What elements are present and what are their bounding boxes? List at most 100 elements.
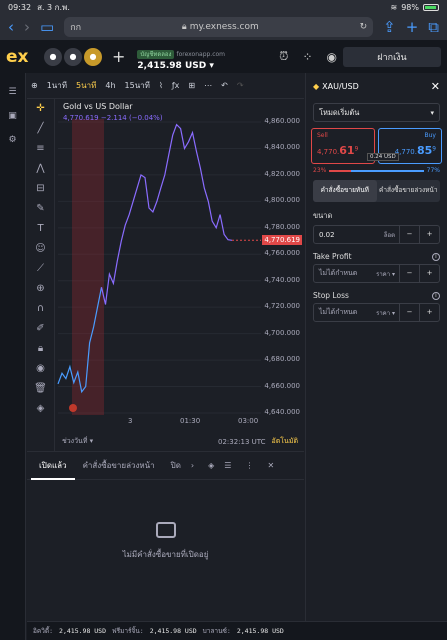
info-icon[interactable]: i	[432, 291, 440, 300]
undo-icon[interactable]: ↶	[221, 81, 228, 90]
x-tick-label: 03:00	[238, 417, 259, 425]
settings-icon[interactable]: ⚙︎	[0, 135, 25, 145]
layers-icon[interactable]: ◈	[27, 399, 54, 419]
volume-decrease[interactable]: −	[399, 225, 419, 244]
menu-icon[interactable]: ☰	[0, 87, 25, 97]
book-icon[interactable]: ▭	[40, 19, 54, 35]
alarm-icon[interactable]: ⏰︎	[279, 49, 288, 64]
order-type-toggle: คำสั่งซื้อขายทันที คำสั่งซื้อขายล่วงหน้า	[313, 180, 440, 202]
tp-decrease[interactable]: −	[399, 264, 419, 283]
pencil-lock-icon[interactable]: ✐	[27, 319, 54, 339]
instrument-tab-icon[interactable]: ●	[64, 47, 82, 66]
profile-icon[interactable]: ◉	[327, 50, 337, 64]
status-bar: 09:32 ส. 3 ก.พ. ≋ 98%	[0, 0, 447, 14]
timeframe-1m[interactable]: 1นาที	[47, 79, 67, 92]
more-vert-icon[interactable]: ⋮	[245, 461, 253, 470]
crosshair-icon[interactable]: ✛	[27, 99, 54, 119]
chart-type-icon[interactable]: ⌇	[159, 81, 163, 90]
magnet-icon[interactable]: ∩	[27, 299, 54, 319]
lock-drawing-icon[interactable]: 🔒︎	[27, 339, 54, 359]
url-bar[interactable]: กก 🔒︎ my.exness.com ↻	[64, 17, 374, 37]
auto-scale-button[interactable]: อัตโนมัติ	[272, 436, 298, 447]
tp-unit[interactable]: ราคา ▾	[376, 269, 399, 279]
timeframe-5m[interactable]: 5นาที	[76, 79, 96, 92]
add-indicator-icon[interactable]: ⊕	[31, 81, 38, 90]
text-icon[interactable]: T	[27, 219, 54, 239]
sl-field[interactable]: ไม่ได้กำหนด ราคา ▾ − +	[313, 303, 440, 322]
y-tick-label: 4,680.000	[264, 355, 300, 364]
ruler-icon[interactable]: ⟋	[27, 259, 54, 279]
order-pending-tab[interactable]: คำสั่งซื้อขายล่วงหน้า	[377, 180, 441, 202]
chevron-down-icon: ▾	[209, 60, 214, 71]
y-tick-label: 4,760.000	[264, 249, 300, 258]
instrument-tab-icon[interactable]: ●	[84, 47, 102, 66]
exness-logo[interactable]: ex	[6, 47, 36, 67]
layers-toggle-icon[interactable]: ◈	[208, 461, 214, 470]
account-footer: อิควิตี้: 2,415.98 USD ฟรีมาร์จิ้น: 2,415.…	[27, 621, 447, 640]
pitchfork-icon[interactable]: ⋀	[27, 159, 54, 179]
tab-closed[interactable]: ปิด	[163, 452, 189, 480]
volume-unit: ล็อต	[383, 231, 395, 239]
tab-pending[interactable]: คำสั่งซื้อขายล่วงหน้า	[75, 452, 163, 480]
tabs-icon[interactable]: ⧉	[428, 19, 439, 35]
trendline-icon[interactable]: ╱	[27, 119, 54, 139]
session-highlight	[72, 119, 104, 415]
emoji-icon[interactable]: ☺	[27, 239, 54, 259]
timeframe-4h[interactable]: 4h	[105, 81, 115, 90]
trash-icon[interactable]: 🗑︎	[27, 379, 54, 399]
spread-badge: 0.24 USD	[367, 153, 399, 161]
date-range-button[interactable]: ช่วงวันที่ ▾	[62, 436, 93, 447]
forward-icon[interactable]: ›	[24, 19, 30, 35]
reader-aa[interactable]: กก	[70, 20, 81, 34]
chevron-right-icon[interactable]: ›	[191, 461, 194, 470]
sl-increase[interactable]: +	[419, 303, 439, 322]
indicators-icon[interactable]: ƒx	[172, 81, 180, 90]
brush-icon[interactable]: ✎	[27, 199, 54, 219]
chart-title: Gold vs US Dollar	[63, 102, 133, 111]
redo-icon[interactable]: ↷	[237, 81, 244, 90]
tp-label: Take Profit	[313, 252, 352, 261]
add-tab-icon[interactable]: +	[112, 47, 125, 66]
info-icon[interactable]: i	[432, 252, 440, 261]
balance-value: 2,415.98 USD	[236, 627, 284, 635]
close-panel-icon[interactable]: ✕	[267, 461, 274, 470]
volume-increase[interactable]: +	[419, 225, 439, 244]
tp-field[interactable]: ไม่ได้กำหนด ราคา ▾ − +	[313, 264, 440, 283]
hlines-icon[interactable]: ≡	[27, 139, 54, 159]
layout-icon[interactable]: ⊞	[188, 81, 195, 90]
buy-percent: 77%	[426, 167, 440, 174]
calendar-icon[interactable]: ▣	[0, 111, 25, 121]
instrument-tab-icon[interactable]: ●	[44, 47, 62, 66]
gold-icon: ◆	[313, 81, 320, 91]
tp-increase[interactable]: +	[419, 264, 439, 283]
buy-price-big: 85	[416, 144, 433, 157]
sl-decrease[interactable]: −	[399, 303, 419, 322]
deposit-button[interactable]: ฝากเงิน	[343, 46, 441, 67]
empty-message: ไม่มีคำสั่งซื้อขายที่เปิดอยู่	[122, 550, 209, 559]
more-icon[interactable]: ⋯	[204, 81, 212, 90]
zoom-icon[interactable]: ⊕	[27, 279, 54, 299]
apps-icon[interactable]: ⁘	[302, 50, 312, 64]
fib-icon[interactable]: ⊟	[27, 179, 54, 199]
new-tab-icon[interactable]: +	[406, 19, 419, 35]
close-icon[interactable]: ✕	[431, 80, 440, 93]
tab-open[interactable]: เปิดแล้ว	[31, 452, 75, 480]
sell-button[interactable]: Sell 4,770.619	[311, 128, 375, 164]
stack-icon[interactable]: ☰	[224, 461, 231, 470]
mode-select[interactable]: โหมดเริ่มต้น ▾	[313, 103, 440, 122]
free-margin-value: 2,415.98 USD	[149, 627, 197, 635]
account-selector[interactable]: บัญชีทดลอง forexonapp.com 2,415.98 USD ▾	[137, 43, 225, 71]
share-icon[interactable]: ⇪	[383, 19, 396, 35]
instrument-tabs: ● ● ●	[44, 47, 102, 66]
eye-icon[interactable]: ◉	[27, 359, 54, 379]
event-marker[interactable]	[69, 404, 77, 412]
volume-field[interactable]: 0.02 ล็อต − +	[313, 225, 440, 244]
reload-icon[interactable]: ↻	[360, 22, 368, 32]
back-icon[interactable]: ‹	[8, 19, 14, 35]
timeframe-15m[interactable]: 15นาที	[125, 79, 150, 92]
price-chart[interactable]: Gold vs US Dollar 4,770.619 −2.114 (−0.0…	[56, 99, 304, 451]
y-tick-label: 4,820.000	[264, 169, 300, 178]
sell-label: Sell	[317, 132, 328, 139]
order-market-tab[interactable]: คำสั่งซื้อขายทันที	[313, 180, 377, 202]
sl-unit[interactable]: ราคา ▾	[376, 308, 399, 318]
